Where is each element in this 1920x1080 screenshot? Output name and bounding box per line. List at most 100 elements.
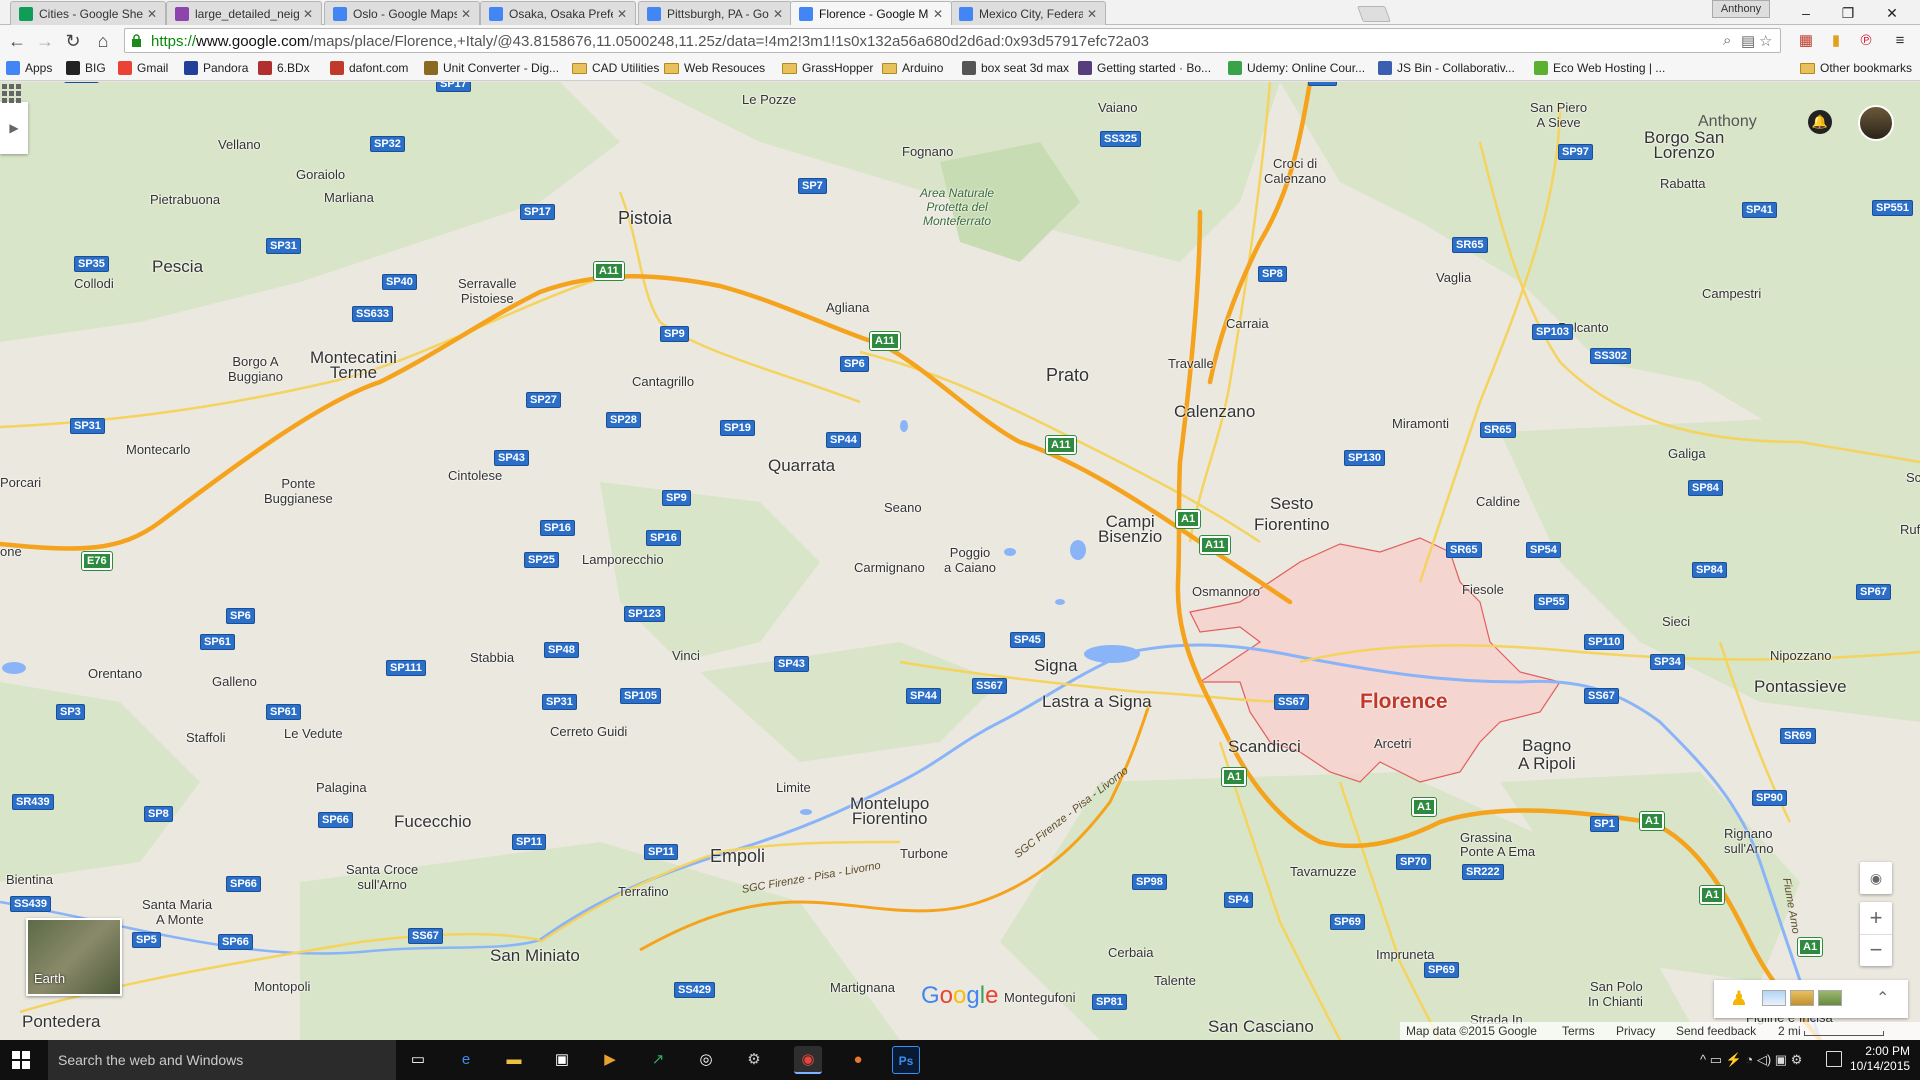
motorway-shield: A1	[1638, 811, 1666, 831]
profile-badge[interactable]: Anthony	[1712, 0, 1770, 18]
terms-link[interactable]: Terms	[1562, 1024, 1595, 1038]
privacy-link[interactable]: Privacy	[1616, 1024, 1655, 1038]
bookmark-item[interactable]: Udemy: Online Cour...	[1228, 61, 1365, 75]
other-bookmarks[interactable]: Other bookmarks	[1800, 61, 1912, 75]
bookmark-item[interactable]: JS Bin - Collaborativ...	[1378, 61, 1515, 75]
action-center-icon[interactable]	[1826, 1051, 1842, 1067]
extension-icon[interactable]: ▦	[1796, 31, 1816, 51]
new-tab-button[interactable]	[1357, 6, 1391, 22]
network-app-icon[interactable]: ◎	[692, 1046, 720, 1074]
expand-side-panel-button[interactable]: ▶	[0, 102, 28, 154]
folder-icon	[882, 62, 897, 74]
bookmark-item[interactable]: Apps	[6, 61, 52, 75]
address-bar[interactable]: https://www.google.com/maps/place/Floren…	[124, 28, 1781, 53]
motorway-shield: A11	[1199, 535, 1231, 555]
pinterest-icon[interactable]: ℗	[1856, 31, 1876, 51]
map-canvas[interactable]: Vellano Goraiolo Marliana Pietrabuona Pescia…	[0, 82, 1920, 1040]
taskbar-search-input[interactable]: Search the web and Windows	[48, 1040, 396, 1080]
bookmark-item[interactable]: box seat 3d max	[962, 61, 1069, 75]
menu-icon[interactable]: ≡	[1890, 31, 1910, 51]
media-icon[interactable]: ▶	[596, 1046, 624, 1074]
map-place-label: Le Vedute	[284, 726, 343, 741]
chrome-icon[interactable]: ◉	[794, 1046, 822, 1074]
photoshop-icon[interactable]: Ps	[892, 1046, 920, 1074]
google-apps-icon[interactable]	[0, 82, 22, 104]
road-shield: SP61	[200, 634, 235, 650]
clock[interactable]: 2:00 PM 10/14/2015	[1850, 1044, 1910, 1074]
search-icon[interactable]: ⌕	[1723, 32, 1731, 49]
bookmark-item[interactable]: Web Resouces	[664, 61, 765, 75]
bookmark-item[interactable]: Gmail	[118, 61, 168, 75]
imagery-thumb-3[interactable]	[1818, 990, 1842, 1006]
settings-app-icon[interactable]: ⚙	[740, 1046, 768, 1074]
road-shield: SP4	[1224, 892, 1253, 908]
windows-start-icon[interactable]	[12, 1051, 30, 1069]
home-icon[interactable]: ⌂	[90, 29, 116, 53]
bookmark-item[interactable]: Eco Web Hosting | ...	[1534, 61, 1665, 75]
tab-favicon-icon	[489, 6, 503, 21]
zoom-out-button[interactable]: −	[1860, 934, 1892, 966]
road-shield: SP45	[1010, 632, 1045, 648]
account-avatar[interactable]	[1858, 105, 1894, 141]
file-explorer-icon[interactable]: ▬	[500, 1046, 528, 1074]
forward-icon[interactable]: →	[32, 29, 58, 53]
tab-close-icon[interactable]: ✕	[461, 7, 471, 21]
browser-tab[interactable]: Osaka, Osaka Prefecture - ✕	[480, 1, 636, 25]
tab-close-icon[interactable]: ✕	[303, 7, 313, 21]
map-place-label: Collodi	[74, 276, 114, 291]
map-place-label: San Polo	[1590, 979, 1643, 994]
back-icon[interactable]: ←	[4, 29, 30, 53]
browser-tab[interactable]: Mexico City, Federal Distr ✕	[950, 1, 1106, 25]
map-place-label: Empoli	[710, 846, 766, 866]
bookmark-item[interactable]: 6.BDx	[258, 61, 310, 75]
edge-icon[interactable]: e	[452, 1046, 480, 1074]
tab-close-icon[interactable]: ✕	[617, 7, 627, 21]
road-shield: SS325	[1100, 131, 1142, 147]
my-location-button[interactable]: ◉	[1860, 862, 1892, 894]
reload-icon[interactable]: ↻	[60, 29, 86, 53]
star-icon[interactable]: ☆	[1759, 32, 1772, 50]
earth-view-toggle[interactable]: Earth	[26, 918, 122, 996]
system-tray-icons[interactable]: ^ ▭ ⚡ ◔ ◁) ▣ ⚙	[1700, 1052, 1802, 1068]
motorway-shield: A1	[1410, 797, 1438, 817]
tab-close-icon[interactable]: ✕	[1087, 7, 1097, 21]
bookmark-item[interactable]: Arduino	[882, 61, 943, 75]
bookmark-item[interactable]: GrassHopper	[782, 61, 873, 75]
imagery-thumb-1[interactable]	[1762, 990, 1786, 1006]
dafont-icon	[330, 61, 344, 75]
tab-close-icon[interactable]: ✕	[773, 7, 783, 21]
bookmark-item[interactable]: Pandora	[184, 61, 248, 75]
bookmark-item[interactable]: BIG	[66, 61, 106, 75]
firefox-icon[interactable]: ●	[844, 1046, 872, 1074]
bookmark-item[interactable]: Unit Converter - Dig...	[424, 61, 559, 75]
imagery-thumb-2[interactable]	[1790, 990, 1814, 1006]
bookmark-item[interactable]: dafont.com	[330, 61, 408, 75]
map-place-label: Croci di Calenzano	[1264, 156, 1327, 186]
task-view-icon[interactable]: ▭	[404, 1046, 432, 1074]
unit-converter-icon	[424, 61, 438, 75]
money-icon[interactable]: ↗	[644, 1046, 672, 1074]
restore-button[interactable]: ❐	[1828, 2, 1868, 24]
pegman-icon[interactable]: ♟	[1730, 986, 1748, 1011]
close-window-button[interactable]: ✕	[1872, 2, 1912, 24]
browser-tab[interactable]: Oslo - Google Maps ✕	[324, 1, 480, 25]
browser-tab[interactable]: Cities - Google Sheets ✕	[10, 1, 166, 25]
browser-tab[interactable]: Florence - Google Maps ✕	[790, 1, 952, 25]
expand-tray-icon[interactable]: ⌃	[1876, 988, 1889, 1008]
zoom-in-button[interactable]: +	[1860, 902, 1892, 934]
bookmark-label: Web Resouces	[684, 61, 766, 75]
tab-close-icon[interactable]: ✕	[933, 7, 943, 21]
bookmark-item[interactable]: Getting started · Bo...	[1078, 61, 1211, 75]
browser-tab[interactable]: large_detailed_neighborh ✕	[166, 1, 322, 25]
road-shield: SS439	[10, 896, 52, 912]
send-feedback-link[interactable]: Send feedback	[1676, 1024, 1756, 1038]
minimize-button[interactable]: –	[1786, 2, 1826, 24]
map-place-label: Pistoia	[618, 208, 673, 228]
browser-tab[interactable]: Pittsburgh, PA - Google M ✕	[638, 1, 792, 25]
bookmark-item[interactable]: CAD Utilities	[572, 61, 659, 75]
page-action-icon[interactable]: ▤	[1741, 32, 1755, 50]
store-icon[interactable]: ▣	[548, 1046, 576, 1074]
tab-close-icon[interactable]: ✕	[147, 7, 157, 21]
evernote-icon[interactable]: ▮	[1826, 31, 1846, 51]
notifications-bell-icon[interactable]: 🔔	[1808, 110, 1832, 134]
